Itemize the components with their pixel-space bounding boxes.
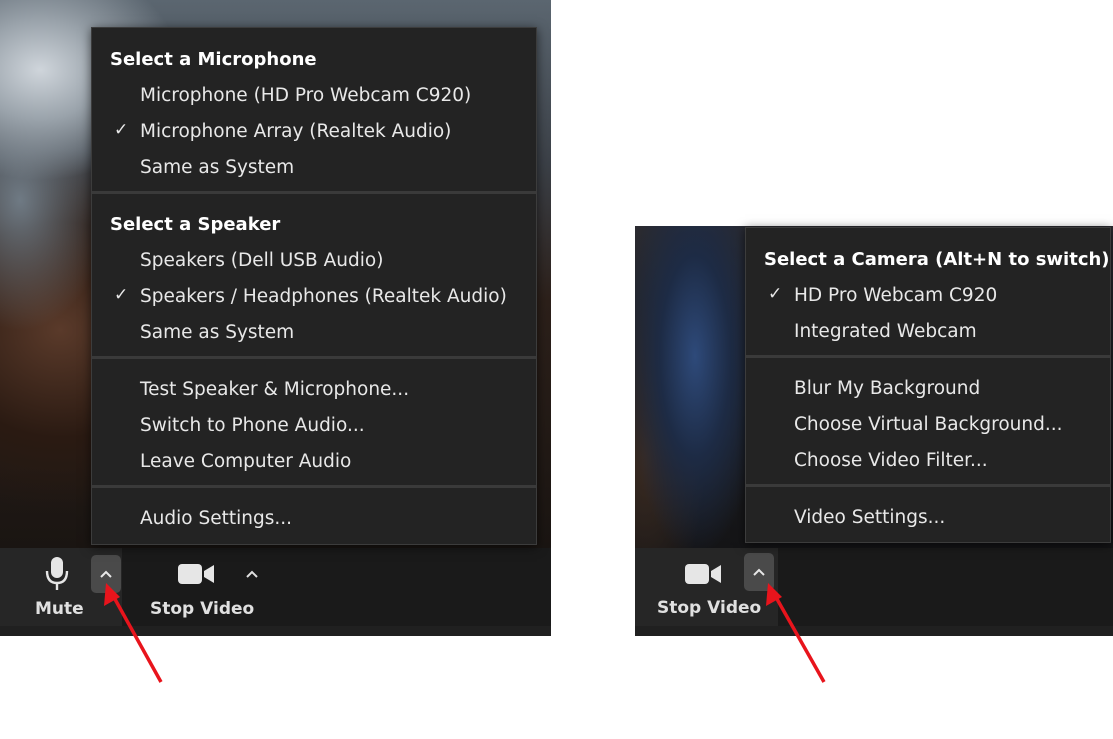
- annotation-arrow-right: [766, 583, 826, 683]
